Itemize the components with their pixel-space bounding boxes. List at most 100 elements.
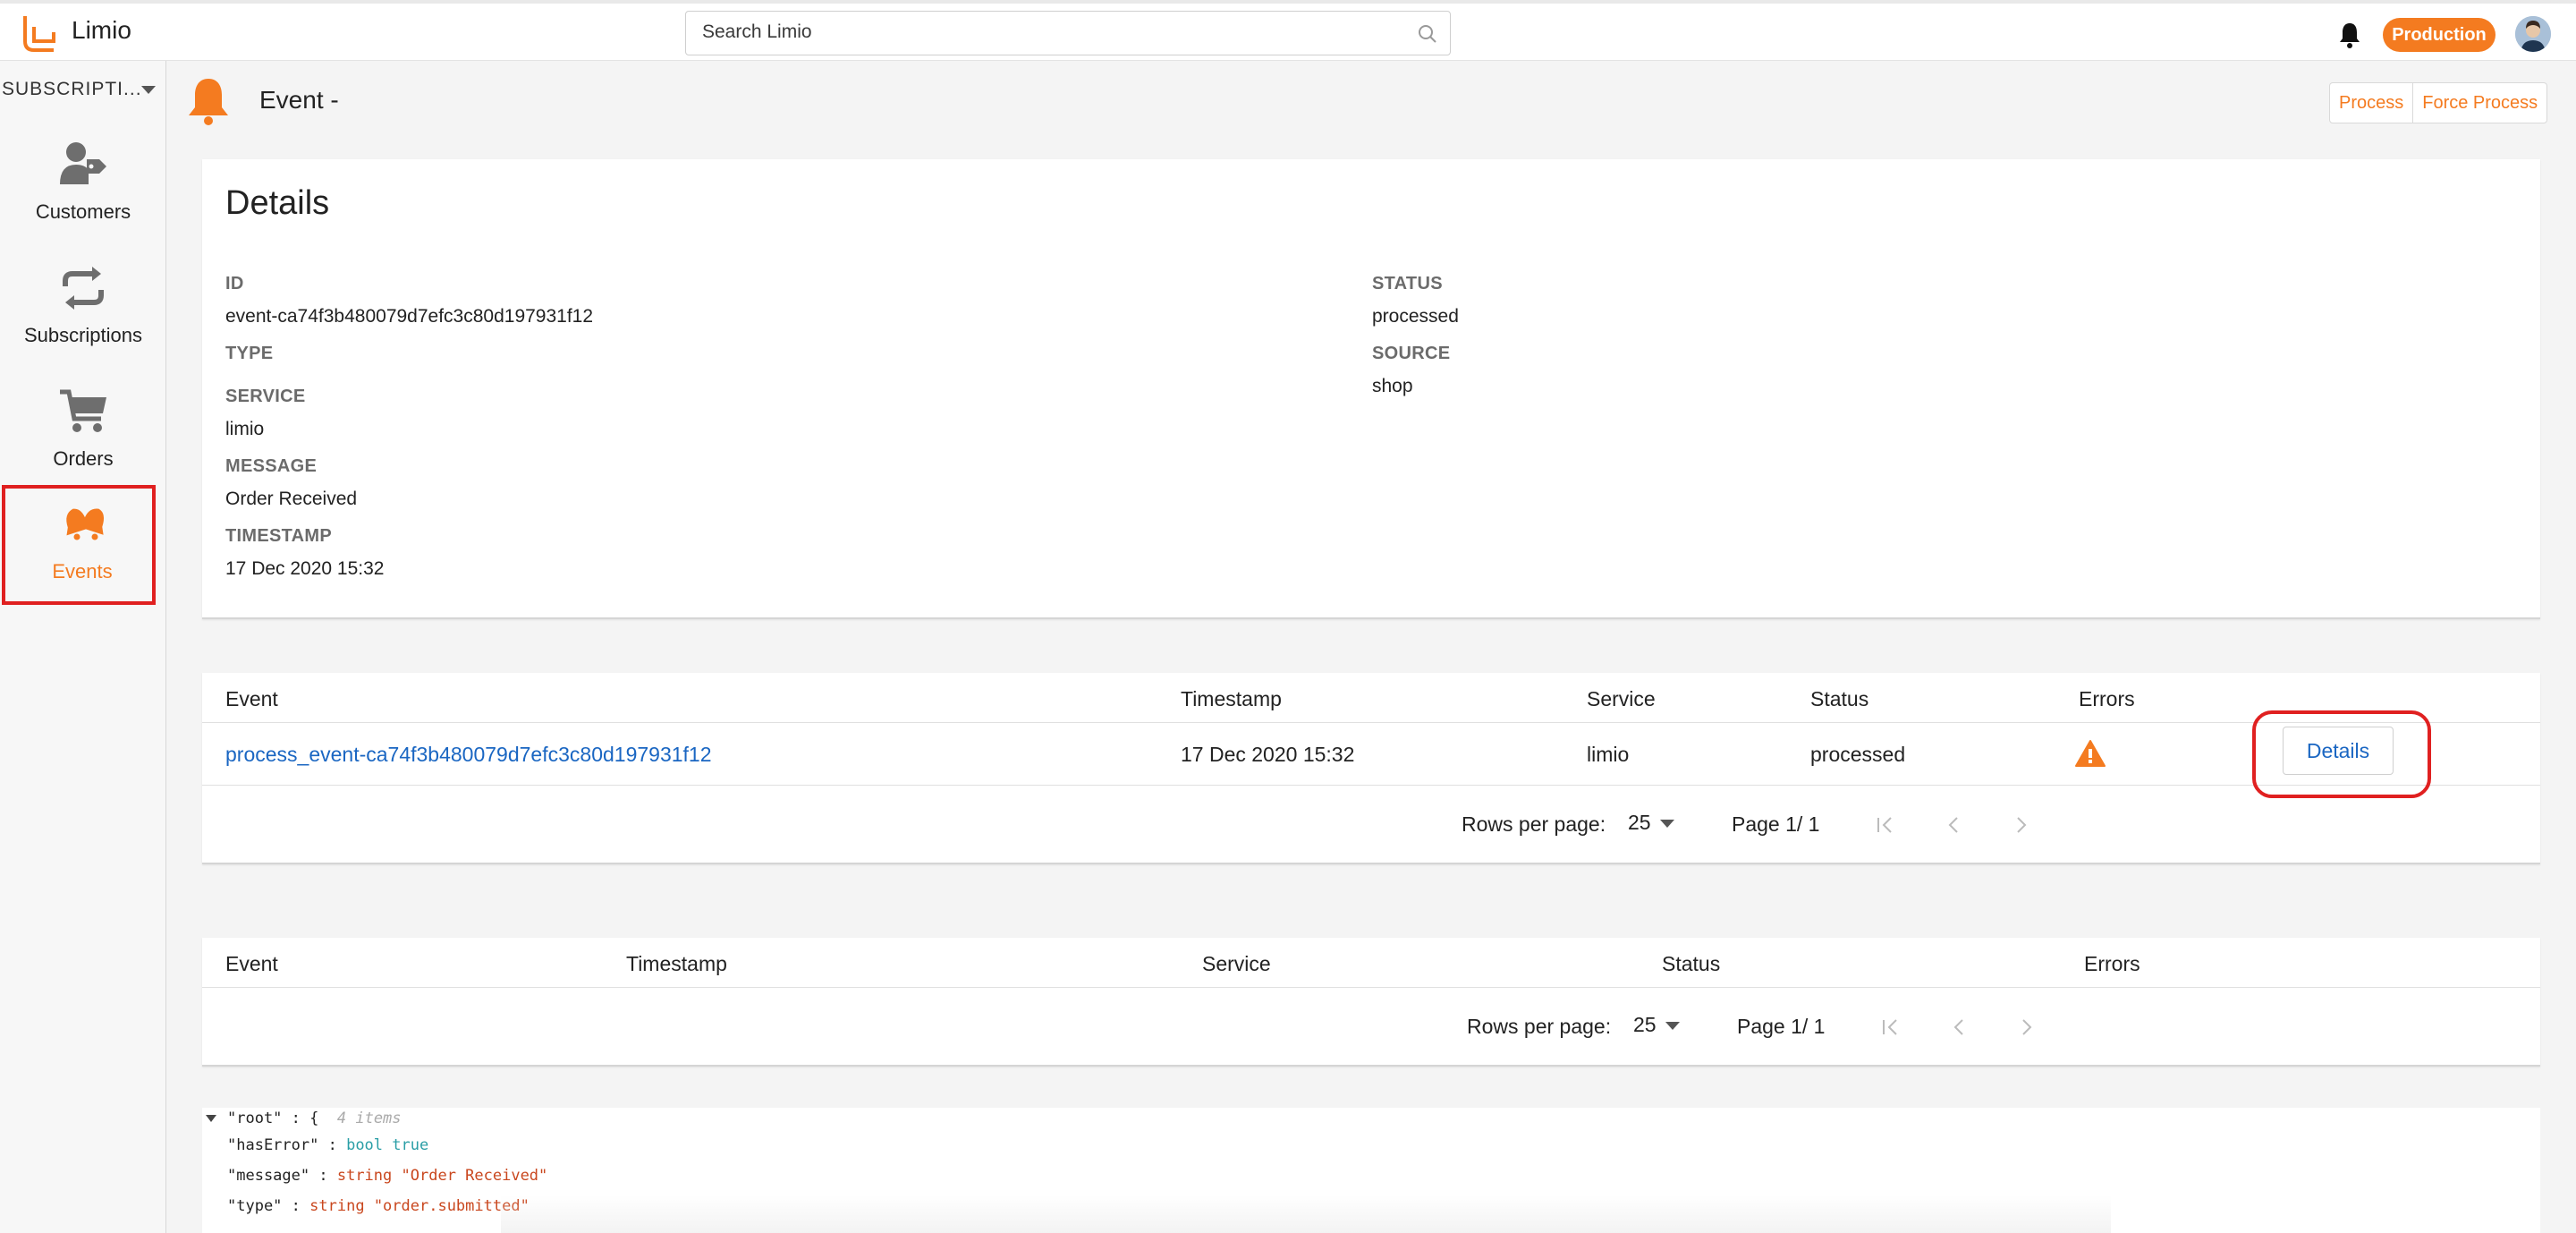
json-key: "message" xyxy=(227,1167,310,1185)
sidebar-item-events[interactable]: Events xyxy=(2,485,156,605)
next-page-icon[interactable] xyxy=(2014,1015,2039,1040)
environment-badge[interactable]: Production xyxy=(2383,18,2496,52)
table-row: process_event-ca74f3b480079d7efc3c80d197… xyxy=(202,710,2540,798)
top-bar: Limio Search Limio Production xyxy=(0,0,2576,61)
json-key: "hasError" xyxy=(227,1136,319,1154)
first-page-icon[interactable] xyxy=(1873,812,1898,838)
column-header-errors[interactable]: Errors xyxy=(2079,687,2135,711)
service-value: limio xyxy=(225,419,265,439)
details-button-highlight: Details xyxy=(2252,710,2431,798)
column-header-event[interactable]: Event xyxy=(225,952,278,976)
page-header: Event - Process Force Process xyxy=(166,61,2576,150)
sidebar-item-label: Customers xyxy=(35,200,131,223)
rows-per-page-label: Rows per page: xyxy=(1462,812,1606,836)
column-header-service[interactable]: Service xyxy=(1587,687,1656,711)
message-label: MESSAGE xyxy=(225,456,318,476)
column-header-service[interactable]: Service xyxy=(1202,952,1271,976)
app-name[interactable]: Limio xyxy=(72,16,131,45)
sidebar-item-subscriptions[interactable]: Subscriptions xyxy=(0,249,166,365)
search-input[interactable]: Search Limio xyxy=(685,11,1451,55)
service-label: SERVICE xyxy=(225,387,306,406)
rows-per-page-select[interactable]: 25 xyxy=(1628,811,1651,835)
next-page-icon[interactable] xyxy=(2009,812,2034,838)
customer-tag-icon xyxy=(60,142,106,184)
first-page-icon[interactable] xyxy=(1878,1015,1903,1040)
row-timestamp: 17 Dec 2020 15:32 xyxy=(1181,743,1355,766)
json-root-key: "root" xyxy=(227,1110,283,1127)
json-line: "type" : string "order.submitted" xyxy=(227,1197,530,1215)
rows-per-page-label: Rows per page: xyxy=(1467,1015,1612,1038)
sidebar-item-label: Events xyxy=(52,560,113,582)
message-value: Order Received xyxy=(225,489,358,509)
json-key: "type" xyxy=(227,1197,283,1215)
search-icon[interactable] xyxy=(1418,24,1437,44)
status-label: STATUS xyxy=(1372,274,1443,293)
json-value: "Order Received" xyxy=(401,1167,548,1185)
user-avatar[interactable] xyxy=(2515,16,2551,52)
force-process-button[interactable]: Force Process xyxy=(2412,83,2546,123)
process-events-table: Event Timestamp Service Status Errors pr… xyxy=(202,673,2540,864)
sidebar: SUBSCRIPTI... Customers Subscriptions Or… xyxy=(0,61,166,1233)
event-bell-icon xyxy=(189,79,228,125)
column-header-event[interactable]: Event xyxy=(225,687,278,711)
sidebar-item-orders[interactable]: Orders xyxy=(0,372,166,489)
column-header-timestamp[interactable]: Timestamp xyxy=(1181,687,1282,711)
json-line: "message" : string "Order Received" xyxy=(227,1167,547,1185)
rows-per-page-select[interactable]: 25 xyxy=(1633,1013,1657,1037)
action-button-group: Process Force Process xyxy=(2329,82,2548,123)
id-label: ID xyxy=(225,274,244,293)
chevron-down-icon[interactable] xyxy=(1665,1022,1680,1030)
column-header-status[interactable]: Status xyxy=(1810,687,1868,711)
json-root-brace: : { xyxy=(291,1110,319,1127)
bells-icon xyxy=(66,508,105,540)
row-service: limio xyxy=(1587,743,1630,766)
type-label: TYPE xyxy=(225,344,274,363)
column-header-errors[interactable]: Errors xyxy=(2084,952,2140,976)
json-root-line: "root" : { 4 items xyxy=(227,1110,402,1127)
json-type: string xyxy=(309,1197,365,1215)
sidebar-item-customers[interactable]: Customers xyxy=(0,125,166,242)
chevron-down-icon xyxy=(141,86,156,94)
page-indicator: Page 1/ 1 xyxy=(1737,1015,1826,1038)
json-type: string xyxy=(336,1167,393,1185)
json-line: "hasError" : bool true xyxy=(227,1136,428,1154)
row-status: processed xyxy=(1810,743,1906,766)
previous-page-icon[interactable] xyxy=(1946,1015,1971,1040)
collapse-caret-icon[interactable] xyxy=(206,1115,216,1122)
json-item-count: 4 items xyxy=(336,1110,402,1127)
json-sep: : xyxy=(309,1167,337,1185)
limio-logo-icon[interactable] xyxy=(21,14,59,54)
timestamp-label: TIMESTAMP xyxy=(225,526,332,546)
source-label: SOURCE xyxy=(1372,344,1451,363)
column-header-timestamp[interactable]: Timestamp xyxy=(626,952,727,976)
timestamp-value: 17 Dec 2020 15:32 xyxy=(225,558,385,579)
sidebar-section-selector[interactable]: SUBSCRIPTI... xyxy=(0,77,166,104)
notifications-bell-icon[interactable] xyxy=(2338,21,2361,48)
status-value: processed xyxy=(1372,306,1459,327)
cart-icon xyxy=(60,389,106,432)
page-indicator: Page 1/ 1 xyxy=(1732,812,1820,836)
json-value: true xyxy=(392,1136,429,1154)
source-value: shop xyxy=(1372,376,1413,396)
search-placeholder: Search Limio xyxy=(702,21,812,42)
event-link[interactable]: process_event-ca74f3b480079d7efc3c80d197… xyxy=(225,743,712,767)
bottom-fade xyxy=(501,1195,2111,1233)
table-pagination: Rows per page: 25 Page 1/ 1 xyxy=(202,787,2540,861)
process-button[interactable]: Process xyxy=(2330,83,2412,123)
sidebar-item-label: Subscriptions xyxy=(23,324,143,346)
table-header: Event Timestamp Service Status Errors xyxy=(202,673,2540,723)
json-type: bool xyxy=(346,1136,384,1154)
sidebar-section-label: SUBSCRIPTI... xyxy=(2,79,142,99)
previous-page-icon[interactable] xyxy=(1941,812,1966,838)
page-title: Event - xyxy=(259,86,339,114)
chevron-down-icon[interactable] xyxy=(1660,820,1674,828)
details-title: Details xyxy=(225,184,330,222)
id-value: event-ca74f3b480079d7efc3c80d197931f12 xyxy=(225,306,594,327)
table-pagination: Rows per page: 25 Page 1/ 1 xyxy=(202,990,2540,1063)
details-button[interactable]: Details xyxy=(2283,727,2394,775)
column-header-status[interactable]: Status xyxy=(1662,952,1720,976)
table-header: Event Timestamp Service Status Errors xyxy=(202,938,2540,988)
json-sep: : xyxy=(318,1136,347,1154)
warning-icon[interactable] xyxy=(2074,739,2106,768)
repeat-icon xyxy=(63,267,104,310)
